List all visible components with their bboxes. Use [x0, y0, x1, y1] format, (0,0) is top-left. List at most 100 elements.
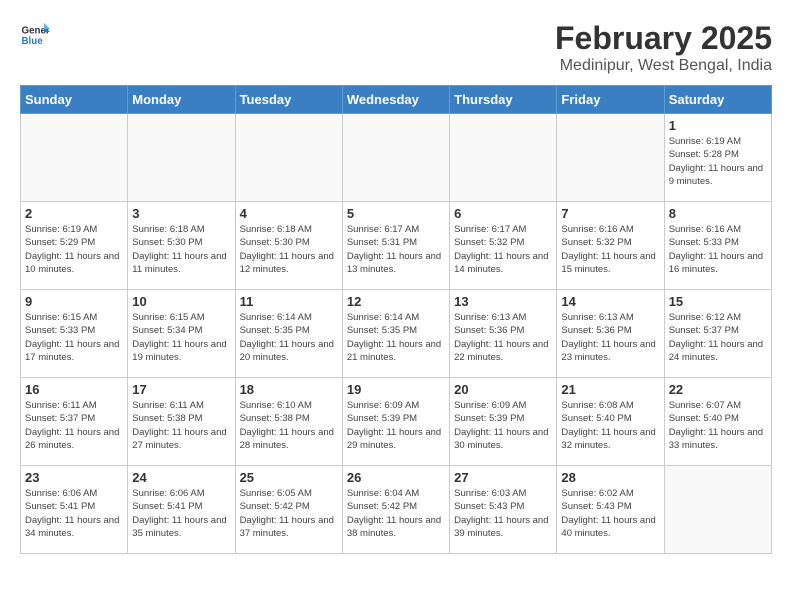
day-info: Sunrise: 6:08 AM Sunset: 5:40 PM Dayligh… — [561, 399, 659, 452]
day-number: 7 — [561, 206, 659, 221]
day-info: Sunrise: 6:17 AM Sunset: 5:32 PM Dayligh… — [454, 223, 552, 276]
day-number: 8 — [669, 206, 767, 221]
day-info: Sunrise: 6:14 AM Sunset: 5:35 PM Dayligh… — [347, 311, 445, 364]
weekday-header-friday: Friday — [557, 86, 664, 114]
calendar-cell — [557, 114, 664, 202]
calendar-cell — [450, 114, 557, 202]
day-number: 13 — [454, 294, 552, 309]
day-info: Sunrise: 6:12 AM Sunset: 5:37 PM Dayligh… — [669, 311, 767, 364]
day-number: 1 — [669, 118, 767, 133]
day-info: Sunrise: 6:05 AM Sunset: 5:42 PM Dayligh… — [240, 487, 338, 540]
logo-icon: General Blue — [20, 20, 50, 50]
day-info: Sunrise: 6:13 AM Sunset: 5:36 PM Dayligh… — [561, 311, 659, 364]
day-number: 15 — [669, 294, 767, 309]
day-number: 6 — [454, 206, 552, 221]
day-info: Sunrise: 6:18 AM Sunset: 5:30 PM Dayligh… — [240, 223, 338, 276]
calendar-table: SundayMondayTuesdayWednesdayThursdayFrid… — [20, 85, 772, 554]
day-number: 18 — [240, 382, 338, 397]
day-info: Sunrise: 6:04 AM Sunset: 5:42 PM Dayligh… — [347, 487, 445, 540]
calendar-cell: 24 Sunrise: 6:06 AM Sunset: 5:41 PM Dayli… — [128, 466, 235, 554]
calendar-cell: 8 Sunrise: 6:16 AM Sunset: 5:33 PM Daylig… — [664, 202, 771, 290]
day-number: 3 — [132, 206, 230, 221]
day-info: Sunrise: 6:10 AM Sunset: 5:38 PM Dayligh… — [240, 399, 338, 452]
calendar-cell: 5 Sunrise: 6:17 AM Sunset: 5:31 PM Daylig… — [342, 202, 449, 290]
calendar-cell: 15 Sunrise: 6:12 AM Sunset: 5:37 PM Dayli… — [664, 290, 771, 378]
calendar-week-4: 23 Sunrise: 6:06 AM Sunset: 5:41 PM Dayli… — [21, 466, 772, 554]
calendar-cell: 22Sunrise: 6:07 AM Sunset: 5:40 PM Dayli… — [664, 378, 771, 466]
calendar-cell: 26 Sunrise: 6:04 AM Sunset: 5:42 PM Dayli… — [342, 466, 449, 554]
calendar-cell: 11 Sunrise: 6:14 AM Sunset: 5:35 PM Dayli… — [235, 290, 342, 378]
calendar-cell: 4 Sunrise: 6:18 AM Sunset: 5:30 PM Daylig… — [235, 202, 342, 290]
day-info: Sunrise: 6:09 AM Sunset: 5:39 PM Dayligh… — [347, 399, 445, 452]
day-number: 26 — [347, 470, 445, 485]
calendar-week-1: 2 Sunrise: 6:19 AM Sunset: 5:29 PM Daylig… — [21, 202, 772, 290]
day-number: 19 — [347, 382, 445, 397]
day-info: Sunrise: 6:09 AM Sunset: 5:39 PM Dayligh… — [454, 399, 552, 452]
svg-text:Blue: Blue — [22, 36, 44, 47]
calendar-cell: 25 Sunrise: 6:05 AM Sunset: 5:42 PM Dayli… — [235, 466, 342, 554]
day-info: Sunrise: 6:15 AM Sunset: 5:34 PM Dayligh… — [132, 311, 230, 364]
calendar-cell: 19 Sunrise: 6:09 AM Sunset: 5:39 PM Dayli… — [342, 378, 449, 466]
day-number: 5 — [347, 206, 445, 221]
weekday-header-saturday: Saturday — [664, 86, 771, 114]
calendar-cell: 7 Sunrise: 6:16 AM Sunset: 5:32 PM Daylig… — [557, 202, 664, 290]
day-info: Sunrise: 6:13 AM Sunset: 5:36 PM Dayligh… — [454, 311, 552, 364]
sub-title: Medinipur, West Bengal, India — [555, 57, 772, 75]
day-number: 9 — [25, 294, 123, 309]
day-number: 4 — [240, 206, 338, 221]
page-header: General Blue February 2025 Medinipur, We… — [20, 20, 772, 75]
day-info: Sunrise: 6:03 AM Sunset: 5:43 PM Dayligh… — [454, 487, 552, 540]
day-number: 16 — [25, 382, 123, 397]
day-info: Sunrise: 6:16 AM Sunset: 5:33 PM Dayligh… — [669, 223, 767, 276]
main-title: February 2025 — [555, 20, 772, 57]
calendar-cell: 27 Sunrise: 6:03 AM Sunset: 5:43 PM Dayli… — [450, 466, 557, 554]
calendar-cell: 17Sunrise: 6:11 AM Sunset: 5:38 PM Dayli… — [128, 378, 235, 466]
day-info: Sunrise: 6:19 AM Sunset: 5:29 PM Dayligh… — [25, 223, 123, 276]
calendar-cell: 10 Sunrise: 6:15 AM Sunset: 5:34 PM Dayli… — [128, 290, 235, 378]
day-info: Sunrise: 6:14 AM Sunset: 5:35 PM Dayligh… — [240, 311, 338, 364]
weekday-header-wednesday: Wednesday — [342, 86, 449, 114]
calendar-cell: 18 Sunrise: 6:10 AM Sunset: 5:38 PM Dayli… — [235, 378, 342, 466]
day-info: Sunrise: 6:11 AM Sunset: 5:37 PM Dayligh… — [25, 399, 123, 452]
calendar-cell: 6 Sunrise: 6:17 AM Sunset: 5:32 PM Daylig… — [450, 202, 557, 290]
day-info: Sunrise: 6:06 AM Sunset: 5:41 PM Dayligh… — [132, 487, 230, 540]
calendar-cell — [21, 114, 128, 202]
day-number: 22 — [669, 382, 767, 397]
day-number: 11 — [240, 294, 338, 309]
calendar-cell: 28 Sunrise: 6:02 AM Sunset: 5:43 PM Dayli… — [557, 466, 664, 554]
calendar-cell: 1 Sunrise: 6:19 AM Sunset: 5:28 PM Daylig… — [664, 114, 771, 202]
day-number: 25 — [240, 470, 338, 485]
day-number: 28 — [561, 470, 659, 485]
day-info: Sunrise: 6:17 AM Sunset: 5:31 PM Dayligh… — [347, 223, 445, 276]
day-number: 12 — [347, 294, 445, 309]
day-info: Sunrise: 6:19 AM Sunset: 5:28 PM Dayligh… — [669, 135, 767, 188]
day-number: 27 — [454, 470, 552, 485]
day-info: Sunrise: 6:02 AM Sunset: 5:43 PM Dayligh… — [561, 487, 659, 540]
calendar-cell: 13 Sunrise: 6:13 AM Sunset: 5:36 PM Dayli… — [450, 290, 557, 378]
weekday-header-monday: Monday — [128, 86, 235, 114]
day-number: 23 — [25, 470, 123, 485]
day-number: 14 — [561, 294, 659, 309]
calendar-week-3: 16 Sunrise: 6:11 AM Sunset: 5:37 PM Dayli… — [21, 378, 772, 466]
day-number: 17 — [132, 382, 230, 397]
calendar-cell — [664, 466, 771, 554]
day-number: 2 — [25, 206, 123, 221]
weekday-header-sunday: Sunday — [21, 86, 128, 114]
calendar-cell: 3Sunrise: 6:18 AM Sunset: 5:30 PM Daylig… — [128, 202, 235, 290]
weekday-header-thursday: Thursday — [450, 86, 557, 114]
day-info: Sunrise: 6:16 AM Sunset: 5:32 PM Dayligh… — [561, 223, 659, 276]
day-number: 20 — [454, 382, 552, 397]
calendar-cell: 14 Sunrise: 6:13 AM Sunset: 5:36 PM Dayli… — [557, 290, 664, 378]
day-number: 10 — [132, 294, 230, 309]
calendar-cell: 23 Sunrise: 6:06 AM Sunset: 5:41 PM Dayli… — [21, 466, 128, 554]
calendar-cell — [128, 114, 235, 202]
day-number: 21 — [561, 382, 659, 397]
day-info: Sunrise: 6:06 AM Sunset: 5:41 PM Dayligh… — [25, 487, 123, 540]
weekday-header-row: SundayMondayTuesdayWednesdayThursdayFrid… — [21, 86, 772, 114]
logo: General Blue — [20, 20, 50, 50]
weekday-header-tuesday: Tuesday — [235, 86, 342, 114]
calendar-cell: 12 Sunrise: 6:14 AM Sunset: 5:35 PM Dayli… — [342, 290, 449, 378]
day-number: 24 — [132, 470, 230, 485]
calendar-week-0: 1 Sunrise: 6:19 AM Sunset: 5:28 PM Daylig… — [21, 114, 772, 202]
day-info: Sunrise: 6:15 AM Sunset: 5:33 PM Dayligh… — [25, 311, 123, 364]
